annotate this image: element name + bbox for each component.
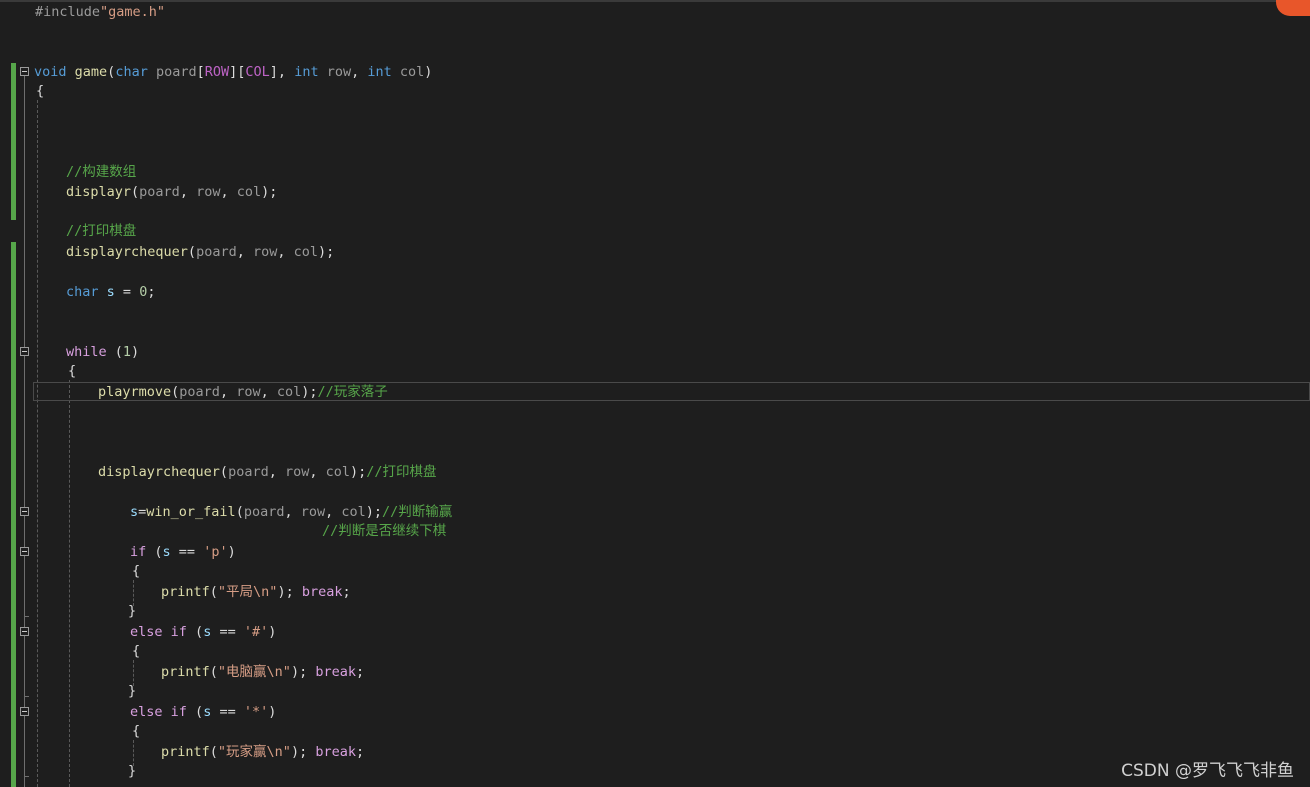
fold-end-marker [24,776,29,777]
indent-guide [69,380,70,787]
code-line-if-draw[interactable]: if (s == 'p') [130,542,236,562]
fold-while-block-icon[interactable] [20,347,29,356]
code-line-printf-player-win[interactable]: printf("玩家赢\n"); break; [161,742,364,762]
indent-guide [37,100,38,787]
code-line-while-open-brace[interactable]: { [68,361,76,381]
change-indicator-bar [11,242,16,787]
editor-top-strip [0,0,1310,2]
editor-gutter [0,0,34,787]
code-line-displayrchequer-call-2[interactable]: displayrchequer(poard, row, col);//打印棋盘 [98,462,437,482]
code-line-close-brace[interactable]: } [128,761,136,781]
code-line-char-declaration[interactable]: char s = 0; [66,282,155,302]
code-line-open-brace[interactable]: { [132,721,140,741]
code-line-else-if-player[interactable]: else if (s == '*') [130,702,276,722]
code-line-close-brace[interactable]: } [128,601,136,621]
fold-function-game-icon[interactable] [20,67,29,76]
change-indicator-bar [11,63,16,220]
code-line-win-or-fail-assign[interactable]: s=win_or_fail(poard, row, col);//判断输赢 [130,502,452,522]
code-line-printf-draw[interactable]: printf("平局\n"); break; [161,582,351,602]
code-line-close-brace[interactable]: } [128,681,136,701]
watermark: CSDN @罗飞飞飞非鱼 [1121,761,1294,781]
code-line-open-brace[interactable]: { [36,81,44,101]
code-line-displayrchequer-call[interactable]: displayrchequer(poard, row, col); [66,242,334,262]
code-line-displayr-call[interactable]: displayr(poard, row, col); [66,182,277,202]
code-line-function-signature[interactable]: void game(char poard[ROW][COL], int row,… [34,62,432,82]
fold-else-if-block-icon[interactable] [20,707,29,716]
corner-badge-icon [1276,0,1310,16]
fold-if-block-icon[interactable] [20,547,29,556]
code-line-open-brace[interactable]: { [132,561,140,581]
code-line-include[interactable]: #include"game.h" [35,2,165,22]
fold-end-marker [24,696,29,697]
code-line-comment-print-board[interactable]: //打印棋盘 [66,221,136,241]
code-line-open-brace[interactable]: { [132,641,140,661]
code-line-while[interactable]: while (1) [66,342,139,362]
code-line-comment-continue[interactable]: //判断是否继续下棋 [322,521,446,541]
fold-statement-icon[interactable] [20,507,29,516]
code-line-playrmove-call[interactable]: playrmove(poard, row, col);//玩家落子 [98,382,388,402]
fold-else-if-block-icon[interactable] [20,627,29,636]
code-line-comment-build-array[interactable]: //构建数组 [66,162,136,182]
outline-line [24,76,25,787]
code-line-else-if-computer[interactable]: else if (s == '#') [130,622,276,642]
code-line-printf-computer-win[interactable]: printf("电脑赢\n"); break; [161,662,364,682]
fold-end-marker [24,616,29,617]
